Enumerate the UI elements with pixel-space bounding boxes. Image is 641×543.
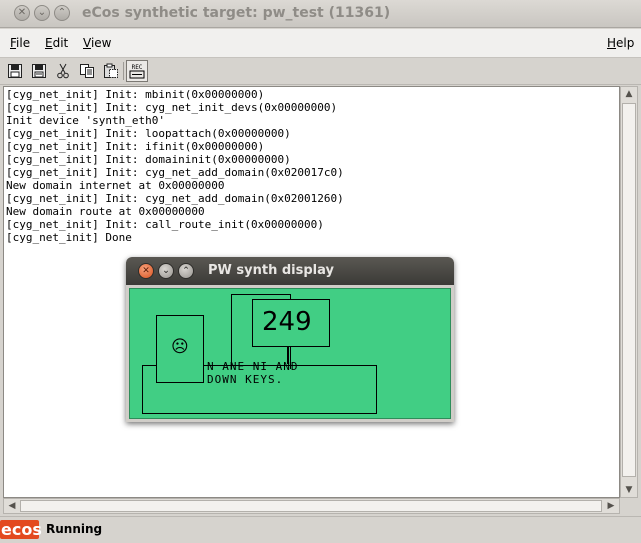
lcd-text-line2: DOWN KEYS. [207,373,284,386]
lcd-text-line1: N ANE NI AND [207,360,299,373]
horizontal-scroll-thumb[interactable] [20,500,602,512]
save-icon[interactable] [7,63,23,79]
menu-help[interactable]: Help [607,36,634,50]
svg-text:REC: REC [132,64,143,71]
synth-display-title: PW synth display [208,263,334,278]
vertical-scrollbar[interactable]: ▲ ▼ [620,86,638,498]
lcd-counter: 249 [262,307,312,337]
close-icon[interactable]: ✕ [14,5,30,21]
toolbar: REC [0,58,641,85]
window-title: eCos synthetic target: pw_test (11361) [82,5,391,21]
menu-edit[interactable]: Edit [45,36,68,50]
scroll-down-icon[interactable]: ▼ [621,483,637,497]
synth-display-title-bar[interactable]: ✕ ⌄ ⌃ PW synth display [126,257,454,285]
menu-bar: File Edit View Help [0,29,641,58]
record-icon[interactable]: REC [126,60,148,82]
lcd-counter-box: 249 [252,299,330,347]
horizontal-scrollbar[interactable]: ◀ ▶ [3,498,620,514]
minimize-icon[interactable]: ⌄ [158,263,174,279]
status-bar: ecos Running [0,516,641,543]
scroll-up-icon[interactable]: ▲ [621,87,637,101]
minimize-icon[interactable]: ⌄ [34,5,50,21]
log-text: [cyg_net_init] Init: mbinit(0x00000000) … [6,88,344,244]
menu-view[interactable]: View [83,36,111,50]
lcd-screen: 249 N ANE NI AND DOWN KEYS. ☹ [129,288,451,419]
lcd-face: ☹ [171,337,189,357]
synth-display-window[interactable]: ✕ ⌄ ⌃ PW synth display 249 N ANE NI AND … [126,257,454,422]
toolbar-separator [123,62,124,80]
scroll-right-icon[interactable]: ▶ [603,499,619,513]
copy-icon[interactable] [79,63,95,79]
title-bar: ✕ ⌄ ⌃ eCos synthetic target: pw_test (11… [0,0,641,28]
vertical-scroll-thumb[interactable] [622,103,636,477]
menu-file[interactable]: File [10,36,30,50]
ecos-logo: ecos [0,520,42,539]
close-icon[interactable]: ✕ [138,263,154,279]
cut-icon[interactable] [55,63,71,79]
maximize-icon[interactable]: ⌃ [178,263,194,279]
scroll-left-icon[interactable]: ◀ [4,499,20,513]
paste-icon[interactable] [103,63,119,79]
maximize-icon[interactable]: ⌃ [54,5,70,21]
logo-text: ecos [1,520,42,539]
status-text: Running [46,522,103,536]
lcd-sprite-box: ☹ [156,315,204,383]
save-as-icon[interactable] [31,63,47,79]
